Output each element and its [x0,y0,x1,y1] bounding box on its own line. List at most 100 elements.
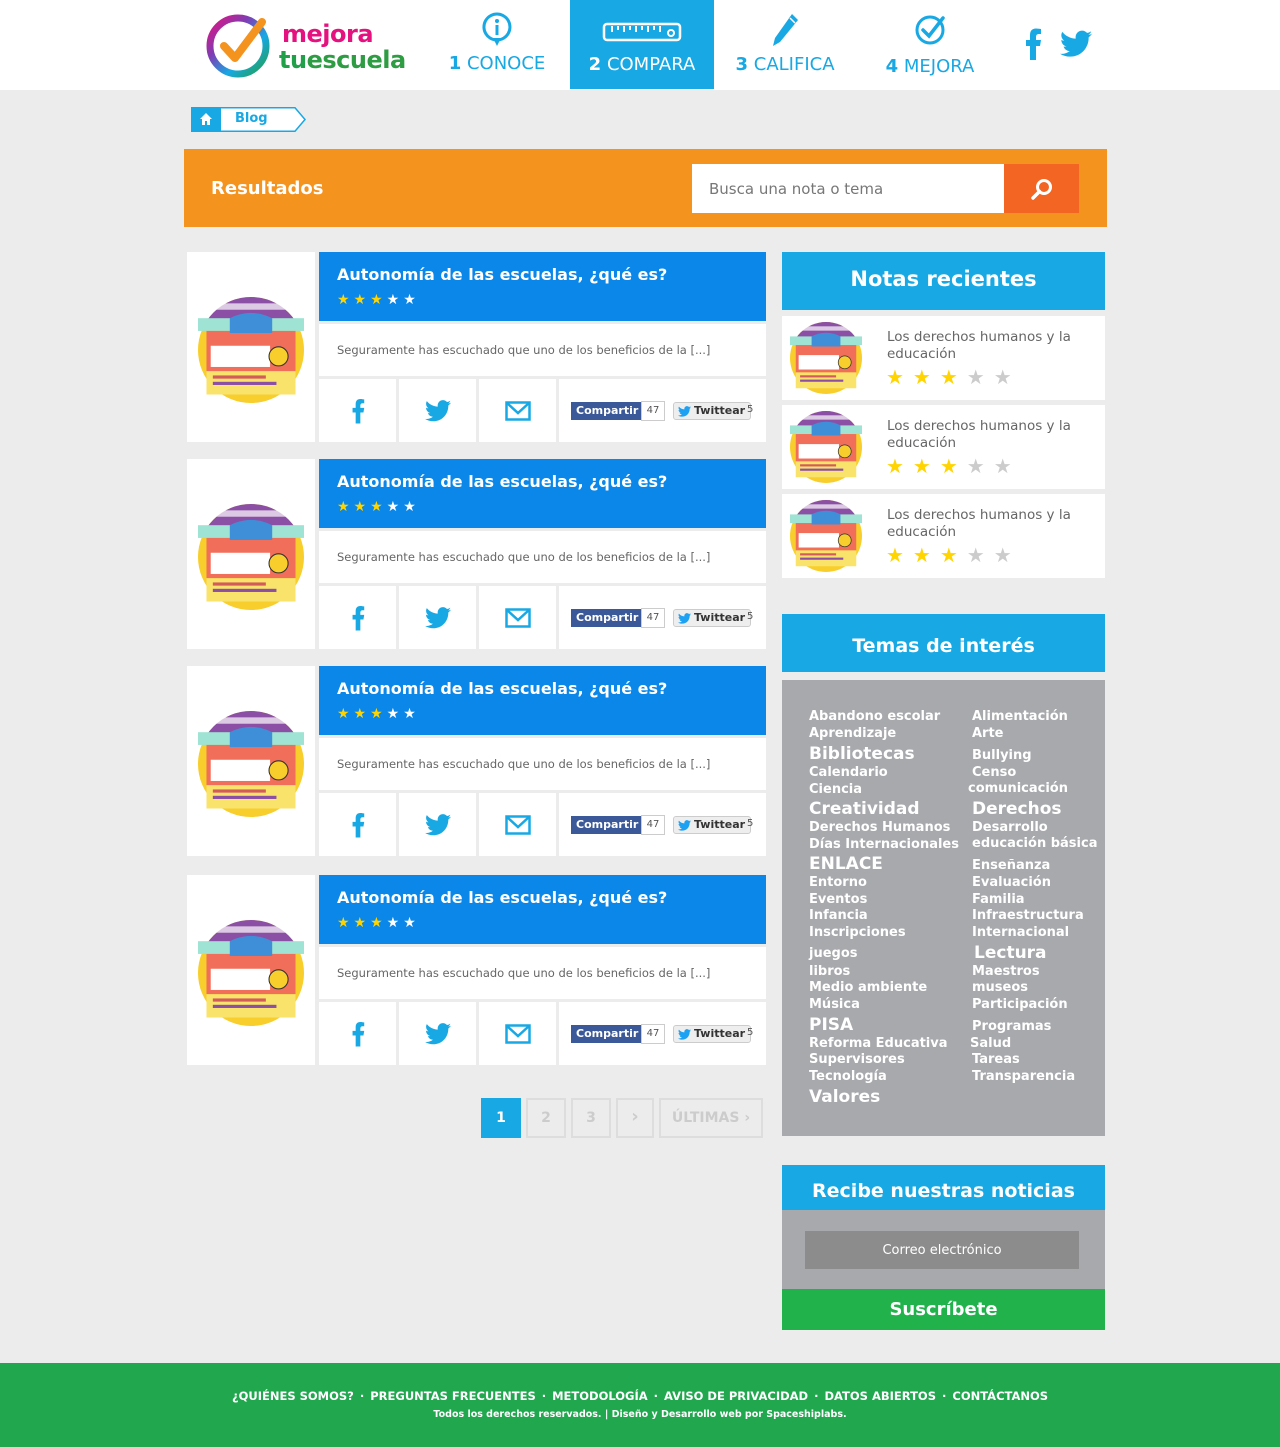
topic-link[interactable]: Desarrollo [972,820,1048,835]
topic-link[interactable]: Aprendizaje [809,726,896,741]
facebook-share-widget[interactable]: Compartir [571,1025,644,1043]
topic-link[interactable]: Alimentación [972,709,1068,724]
email-field[interactable] [805,1231,1079,1269]
nav-mejora[interactable]: 4 MEJORA [866,0,994,89]
topic-link[interactable]: ENLACE [809,854,883,874]
topic-link[interactable]: Familia [972,892,1025,907]
topic-link[interactable]: Días Internacionales [809,837,959,852]
topic-link[interactable]: Supervisores [809,1052,905,1067]
topic-link[interactable]: Transparencia [972,1069,1075,1084]
home-icon[interactable] [191,107,221,132]
topic-link[interactable]: Censo [972,765,1016,780]
facebook-share-widget[interactable]: Compartir [571,816,644,834]
topic-link[interactable]: Bullying [972,748,1032,763]
topic-link[interactable]: Maestros [972,964,1040,979]
site-logo[interactable]: mejora tuescuela [204,10,414,80]
facebook-share-widget[interactable]: Compartir [571,609,644,627]
topic-link[interactable]: libros [809,964,850,979]
article-title[interactable]: Autonomía de las escuelas, ¿qué es? [337,265,667,284]
last-page-button[interactable]: ÚLTIMAS › [659,1098,763,1138]
facebook-icon[interactable] [1024,28,1042,64]
topic-link[interactable]: Eventos [809,892,867,907]
topic-link[interactable]: Música [809,997,860,1012]
topic-link[interactable]: juegos [809,946,858,961]
share-twitter-button[interactable] [399,586,476,649]
article-title[interactable]: Autonomía de las escuelas, ¿qué es? [337,472,667,491]
nav-califica[interactable]: 3 CALIFICA [722,0,848,89]
topic-link[interactable]: Entorno [809,875,867,890]
topic-link[interactable]: Medio ambiente [809,980,927,995]
recent-note-item[interactable]: Los derechos humanos y la educación ★★★★★ [782,494,1105,578]
topic-link[interactable]: Valores [809,1087,880,1107]
article-thumbnail[interactable] [187,252,315,442]
topic-link[interactable]: Calendario [809,765,888,780]
footer-link[interactable]: PREGUNTAS FRECUENTES [370,1389,536,1403]
topic-link[interactable]: Tareas [972,1052,1020,1067]
share-facebook-button[interactable] [319,793,396,856]
topic-link[interactable]: comunicación [968,781,1068,796]
topic-link[interactable]: Evaluación [972,875,1051,890]
recent-note-item[interactable]: Los derechos humanos y la educación ★★★★★ [782,405,1105,489]
share-facebook-button[interactable] [319,1002,396,1065]
footer-link[interactable]: DATOS ABIERTOS [824,1389,936,1403]
topic-link[interactable]: Lectura [974,943,1047,963]
nav-compara[interactable]: 2 COMPARA [570,0,714,89]
twitter-icon[interactable] [1060,30,1092,62]
article-thumbnail[interactable] [187,459,315,649]
footer-link[interactable]: AVISO DE PRIVACIDAD [664,1389,808,1403]
nav-conoce[interactable]: 1 CONOCE [432,0,562,89]
topic-link[interactable]: museos [972,980,1028,995]
topic-link[interactable]: Participación [972,997,1068,1012]
share-facebook-button[interactable] [319,379,396,442]
breadcrumb-blog[interactable]: Blog [221,107,306,132]
facebook-share-widget[interactable]: Compartir [571,402,644,420]
share-email-button[interactable] [479,793,556,856]
twitter-share-widget[interactable]: Twittear [673,816,752,834]
subscribe-button[interactable]: Suscríbete [782,1289,1105,1330]
search-input[interactable] [692,164,1004,213]
topic-link[interactable]: PISA [809,1015,853,1035]
topic-link[interactable]: Derechos [972,799,1062,819]
share-email-button[interactable] [479,1002,556,1065]
footer-separator: · [653,1389,659,1403]
footer-link[interactable]: METODOLOGÍA [552,1389,648,1403]
topic-link[interactable]: Infraestructura [972,908,1084,923]
topic-link[interactable]: Arte [972,726,1004,741]
next-page-button[interactable]: › [616,1098,654,1138]
topic-link[interactable]: Creatividad [809,799,920,819]
share-email-button[interactable] [479,586,556,649]
footer-link[interactable]: ¿QUIÉNES SOMOS? [232,1389,354,1403]
search-button[interactable] [1004,164,1079,213]
twitter-share-widget[interactable]: Twittear [673,609,752,627]
recent-note-item[interactable]: Los derechos humanos y la educación ★★★★★ [782,316,1105,400]
topic-link[interactable]: educación básica [972,836,1097,851]
topic-link[interactable]: Infancia [809,908,868,923]
topic-link[interactable]: Enseñanza [972,858,1050,873]
topic-link[interactable]: Bibliotecas [809,744,915,764]
share-twitter-button[interactable] [399,1002,476,1065]
page-button-1[interactable]: 1 [481,1098,521,1138]
twitter-share-widget[interactable]: Twittear [673,1025,752,1043]
topic-link[interactable]: Salud [970,1036,1011,1051]
footer-link[interactable]: CONTÁCTANOS [952,1389,1048,1403]
article-thumbnail[interactable] [187,875,315,1065]
article-thumbnail[interactable] [187,666,315,856]
page-button-3[interactable]: 3 [571,1098,611,1138]
twitter-share-widget[interactable]: Twittear [673,402,752,420]
share-email-button[interactable] [479,379,556,442]
topic-link[interactable]: Inscripciones [809,925,906,940]
page-button-2[interactable]: 2 [526,1098,566,1138]
share-facebook-button[interactable] [319,586,396,649]
twitter-share-count: 5 [747,1027,754,1038]
topic-link[interactable]: Derechos Humanos [809,820,950,835]
article-title[interactable]: Autonomía de las escuelas, ¿qué es? [337,679,667,698]
share-twitter-button[interactable] [399,379,476,442]
topic-link[interactable]: Reforma Educativa [809,1036,948,1051]
topic-link[interactable]: Programas [972,1019,1051,1034]
share-twitter-button[interactable] [399,793,476,856]
topic-link[interactable]: Internacional [972,925,1069,940]
topic-link[interactable]: Tecnología [809,1069,887,1084]
topic-link[interactable]: Ciencia [809,782,862,797]
article-title[interactable]: Autonomía de las escuelas, ¿qué es? [337,888,667,907]
topic-link[interactable]: Abandono escolar [809,709,940,724]
